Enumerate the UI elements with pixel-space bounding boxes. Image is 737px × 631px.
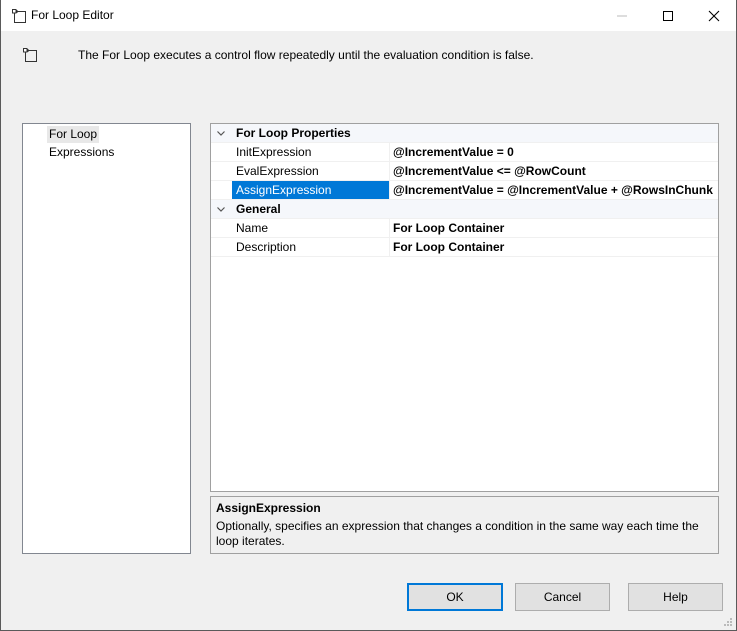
- for-loop-editor-dialog: For Loop Editor The For Loop executes a …: [0, 0, 737, 631]
- property-grid: For Loop Properties InitExpression @Incr…: [210, 123, 719, 492]
- help-title: AssignExpression: [216, 501, 321, 515]
- property-row-eval-expression[interactable]: EvalExpression @IncrementValue <= @RowCo…: [211, 162, 718, 181]
- category-label: General: [236, 202, 281, 216]
- property-name[interactable]: Name: [232, 219, 389, 237]
- title-bar: For Loop Editor: [1, 0, 736, 31]
- column-divider: [389, 181, 390, 199]
- property-name[interactable]: AssignExpression: [232, 181, 389, 199]
- nav-item-expressions[interactable]: Expressions: [47, 144, 116, 161]
- property-value[interactable]: @IncrementValue = 0: [393, 143, 514, 161]
- ok-button[interactable]: OK: [407, 583, 503, 611]
- column-divider: [389, 238, 390, 256]
- for-loop-container-icon: [12, 9, 26, 23]
- minimize-button[interactable]: [599, 0, 645, 31]
- maximize-button[interactable]: [645, 0, 691, 31]
- column-divider: [389, 219, 390, 237]
- help-button[interactable]: Help: [628, 583, 723, 611]
- resize-grip-icon[interactable]: [723, 617, 733, 627]
- chevron-down-icon[interactable]: [215, 203, 227, 215]
- property-name[interactable]: InitExpression: [232, 143, 389, 161]
- property-help-panel: AssignExpression Optionally, specifies a…: [210, 496, 719, 554]
- nav-item-for-loop[interactable]: For Loop: [47, 126, 100, 143]
- property-value[interactable]: For Loop Container: [393, 238, 504, 256]
- close-button[interactable]: [691, 0, 737, 31]
- property-name[interactable]: Description: [232, 238, 389, 256]
- property-value[interactable]: For Loop Container: [393, 219, 504, 237]
- help-description: Optionally, specifies an expression that…: [216, 519, 699, 548]
- category-general[interactable]: General: [211, 200, 718, 219]
- page-navigation-list: For Loop Expressions: [22, 123, 191, 554]
- column-divider: [389, 143, 390, 161]
- column-divider: [389, 162, 390, 180]
- property-row-init-expression[interactable]: InitExpression @IncrementValue = 0: [211, 143, 718, 162]
- maximize-icon: [663, 10, 673, 21]
- category-label: For Loop Properties: [236, 126, 351, 140]
- property-row-name[interactable]: Name For Loop Container: [211, 219, 718, 238]
- minimize-icon: [617, 15, 627, 16]
- header-description: The For Loop executes a control flow rep…: [78, 48, 534, 62]
- property-value[interactable]: @IncrementValue <= @RowCount: [393, 162, 586, 180]
- category-for-loop-properties[interactable]: For Loop Properties: [211, 124, 718, 143]
- cancel-button[interactable]: Cancel: [515, 583, 610, 611]
- property-row-assign-expression[interactable]: AssignExpression @IncrementValue = @Incr…: [211, 181, 718, 200]
- for-loop-header-icon: [23, 48, 37, 62]
- close-icon: [708, 10, 720, 21]
- chevron-down-icon[interactable]: [215, 127, 227, 139]
- property-row-description[interactable]: Description For Loop Container: [211, 238, 718, 257]
- property-name[interactable]: EvalExpression: [232, 162, 389, 180]
- property-value[interactable]: @IncrementValue = @IncrementValue + @Row…: [393, 181, 713, 199]
- window-title: For Loop Editor: [31, 8, 114, 22]
